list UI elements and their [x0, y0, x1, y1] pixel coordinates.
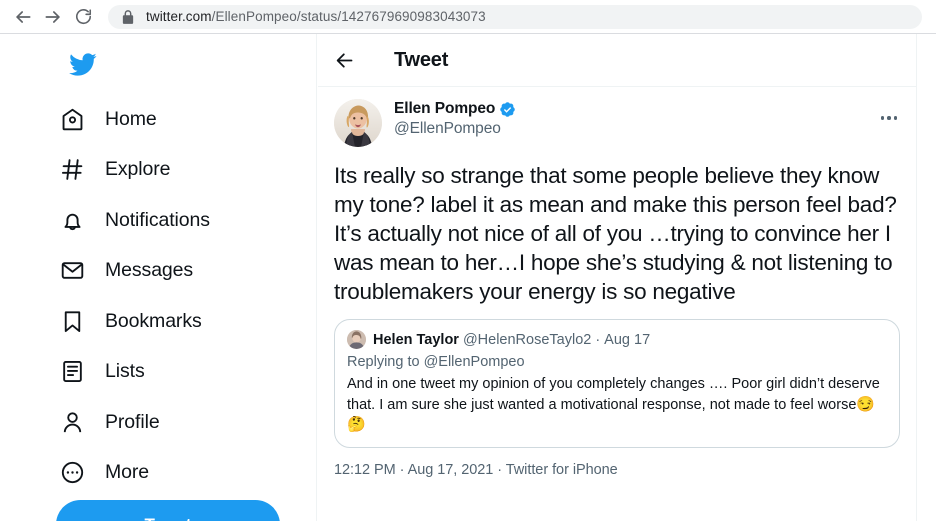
sidebar-item-bookmarks[interactable]: Bookmarks	[56, 296, 306, 347]
left-sidebar: Home Explore Notifications Messages Book…	[0, 34, 317, 521]
thinking-face-emoji: 🤔	[347, 416, 366, 433]
back-button[interactable]	[327, 43, 361, 77]
quoted-date[interactable]: Aug 17	[604, 332, 650, 348]
sidebar-item-label: Lists	[105, 360, 145, 383]
author-handle[interactable]: @EllenPompeo	[394, 120, 516, 138]
arrow-left-icon	[16, 10, 31, 23]
quoted-author-handle[interactable]: @HelenRoseTaylo2	[463, 332, 591, 348]
sidebar-item-explore[interactable]: Explore	[56, 145, 306, 196]
main-timeline-column: Tweet Ellen Pompeo @EllenPompeo Its real…	[318, 34, 917, 521]
smirking-face-emoji: 😏	[856, 395, 876, 413]
tweet-detail-header: Tweet	[318, 34, 916, 87]
home-icon	[56, 103, 88, 135]
url-host: twitter.com	[146, 9, 212, 24]
quoted-tweet-body: And in one tweet my opinion of you compl…	[347, 375, 887, 436]
quoted-separator: ·	[595, 331, 601, 348]
more-horizontal-icon	[887, 116, 891, 120]
compose-tweet-button[interactable]: Tweet	[56, 500, 280, 521]
sidebar-item-label: Profile	[105, 410, 160, 433]
twitter-bird-glyph	[68, 52, 97, 76]
browser-back-button[interactable]	[8, 2, 38, 32]
sidebar-item-label: Messages	[105, 259, 194, 282]
sidebar-item-label: Explore	[105, 158, 171, 181]
sidebar-item-lists[interactable]: Lists	[56, 347, 306, 398]
bookmark-icon	[56, 305, 88, 337]
more-horizontal-icon	[880, 116, 885, 120]
verified-badge-glyph	[500, 101, 516, 117]
lock-icon	[122, 9, 134, 24]
list-icon	[56, 356, 88, 388]
quoted-avatar-image	[347, 330, 366, 349]
quoted-replying-to[interactable]: Replying to @EllenPompeo	[347, 354, 887, 370]
sidebar-nav: Home Explore Notifications Messages Book…	[56, 94, 306, 498]
avatar-image	[334, 99, 382, 147]
right-sidebar-sliver	[918, 34, 936, 521]
person-icon	[56, 406, 88, 438]
quoted-tweet-card[interactable]: Helen Taylor @HelenRoseTaylo2 · Aug 17 R…	[334, 319, 900, 448]
sidebar-item-label: Home	[105, 107, 157, 130]
browser-reload-button[interactable]	[68, 2, 98, 32]
reload-icon	[75, 9, 91, 25]
quoted-body-text: And in one tweet my opinion of you compl…	[347, 376, 884, 413]
sidebar-item-messages[interactable]: Messages	[56, 246, 306, 297]
sidebar-item-notifications[interactable]: Notifications	[56, 195, 306, 246]
sidebar-item-home[interactable]: Home	[56, 94, 306, 145]
sidebar-item-more[interactable]: More	[56, 448, 306, 499]
verified-badge-icon	[499, 101, 516, 118]
avatar[interactable]	[334, 99, 382, 147]
sidebar-item-label: Notifications	[105, 208, 210, 231]
tweet-body-text: Its really so strange that some people b…	[334, 163, 903, 304]
tweet-author-names: Ellen Pompeo @EllenPompeo	[394, 99, 516, 138]
author-display-name[interactable]: Ellen Pompeo	[394, 100, 495, 118]
sidebar-item-label: More	[105, 461, 150, 484]
twitter-page: Home Explore Notifications Messages Book…	[0, 34, 936, 521]
author-name-line: Ellen Pompeo	[394, 100, 516, 118]
more-circle-icon	[56, 457, 88, 489]
sidebar-item-profile[interactable]: Profile	[56, 397, 306, 448]
bell-icon	[56, 204, 88, 236]
more-horizontal-icon	[893, 116, 898, 120]
address-bar[interactable]: twitter.com/EllenPompeo/status/142767969…	[108, 4, 922, 29]
url-path: /EllenPompeo/status/1427679690983043073	[211, 9, 486, 24]
envelope-icon	[56, 255, 88, 287]
browser-forward-button[interactable]	[38, 2, 68, 32]
tweet-timestamp: 12:12 PM · Aug 17, 2021 · Twitter for iP…	[334, 461, 618, 478]
arrow-right-icon	[45, 10, 60, 23]
twitter-bird-icon[interactable]	[62, 44, 102, 84]
browser-toolbar: twitter.com/EllenPompeo/status/142767969…	[0, 0, 936, 34]
quoted-avatar	[347, 330, 366, 349]
more-options-button[interactable]	[872, 101, 906, 135]
arrow-left-icon	[336, 52, 352, 68]
quoted-author-name[interactable]: Helen Taylor	[373, 332, 459, 348]
tweet-detail: Ellen Pompeo @EllenPompeo Its really so …	[318, 87, 916, 478]
page-title: Tweet	[394, 48, 449, 71]
sidebar-item-label: Bookmarks	[105, 309, 202, 332]
hashtag-icon	[56, 154, 88, 186]
tweet-author-row: Ellen Pompeo @EllenPompeo	[334, 99, 900, 147]
address-bar-url: twitter.com/EllenPompeo/status/142767969…	[146, 9, 486, 24]
quoted-tweet-header: Helen Taylor @HelenRoseTaylo2 · Aug 17	[347, 330, 887, 349]
